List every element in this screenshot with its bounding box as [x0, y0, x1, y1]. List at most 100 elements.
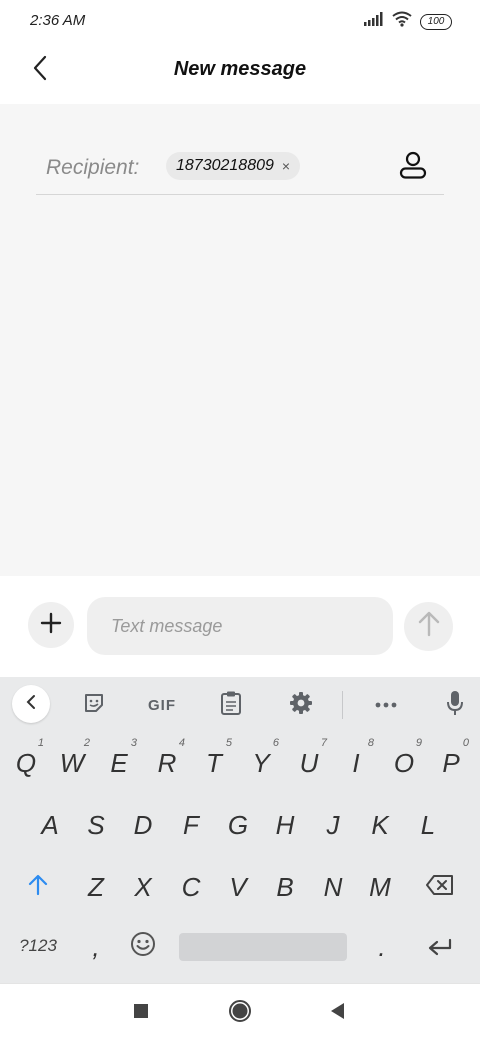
gif-label: GIF	[148, 696, 176, 714]
navigation-bar	[0, 983, 480, 1041]
recipient-chip[interactable]: 18730218809 ×	[166, 152, 301, 180]
key-period[interactable]: .	[360, 921, 404, 973]
chevron-left-icon	[25, 694, 37, 715]
key-comma[interactable]: ,	[74, 921, 118, 973]
key-label: O	[393, 747, 415, 778]
key-label: E	[110, 747, 128, 778]
key-p[interactable]: 0P	[429, 737, 473, 789]
status-bar: 2:36 AM 100	[0, 0, 480, 40]
key-t[interactable]: 5T	[192, 737, 236, 789]
clipboard-button[interactable]	[211, 685, 251, 725]
key-c[interactable]: C	[169, 861, 213, 913]
wifi-icon	[392, 11, 412, 32]
key-hint: 8	[367, 737, 374, 749]
key-hint: 7	[320, 737, 327, 749]
key-u[interactable]: 7U	[287, 737, 331, 789]
send-button[interactable]	[404, 602, 453, 651]
key-hint: 6	[272, 737, 279, 749]
key-j[interactable]: J	[311, 799, 355, 851]
recipient-label: Recipient:	[46, 156, 140, 179]
key-x[interactable]: X	[121, 861, 165, 913]
shift-arrow-icon	[28, 872, 48, 903]
key-label: U	[299, 747, 319, 778]
home-button[interactable]	[225, 998, 255, 1028]
key-h[interactable]: H	[263, 799, 307, 851]
key-q[interactable]: 1Q	[4, 737, 48, 789]
contacts-button[interactable]	[396, 150, 430, 184]
key-v[interactable]: V	[216, 861, 260, 913]
keyboard-toolbar: GIF	[0, 677, 480, 732]
more-button[interactable]	[366, 685, 406, 725]
conversation-area: Recipient: 18730218809 ×	[0, 104, 480, 576]
recipient-number: 18730218809	[176, 157, 274, 174]
gif-button[interactable]: GIF	[140, 685, 184, 725]
key-k[interactable]: K	[358, 799, 402, 851]
recipient-row[interactable]: Recipient: 18730218809 ×	[36, 140, 444, 195]
key-y[interactable]: 6Y	[239, 737, 283, 789]
key-g[interactable]: G	[216, 799, 260, 851]
key-s[interactable]: S	[74, 799, 118, 851]
key-o[interactable]: 9O	[382, 737, 426, 789]
key-label: R	[157, 747, 177, 778]
key-label: T	[206, 747, 222, 778]
contact-person-icon	[398, 150, 428, 185]
key-b[interactable]: B	[263, 861, 307, 913]
sticker-icon	[82, 691, 106, 720]
gear-icon	[289, 691, 313, 720]
square-icon	[133, 1003, 149, 1024]
attach-button[interactable]	[28, 602, 74, 648]
key-i[interactable]: 8I	[334, 737, 378, 789]
key-w[interactable]: 2W	[50, 737, 94, 789]
symbols-switch-key[interactable]: ?123	[8, 922, 68, 970]
microphone-icon	[445, 689, 465, 722]
key-n[interactable]: N	[311, 861, 355, 913]
shift-key[interactable]	[16, 861, 60, 913]
arrow-up-icon	[417, 611, 441, 642]
key-label: Q	[15, 747, 37, 778]
keyboard-collapse-button[interactable]	[12, 685, 50, 723]
back-button[interactable]	[20, 50, 60, 90]
message-input[interactable]: Text message	[87, 597, 393, 655]
more-dots-icon	[374, 696, 398, 714]
plus-icon	[40, 612, 62, 639]
key-hint: 0	[462, 737, 469, 749]
key-d[interactable]: D	[121, 799, 165, 851]
key-l[interactable]: L	[406, 799, 450, 851]
status-time: 2:36 AM	[30, 12, 86, 29]
key-f[interactable]: F	[169, 799, 213, 851]
key-hint: 4	[178, 737, 185, 749]
settings-button[interactable]	[281, 685, 321, 725]
system-back-button[interactable]	[323, 998, 353, 1028]
emoji-key[interactable]	[121, 921, 165, 973]
enter-key[interactable]	[418, 921, 462, 973]
chevron-left-icon	[32, 55, 48, 86]
key-a[interactable]: A	[28, 799, 72, 851]
recents-button[interactable]	[126, 998, 156, 1028]
header: New message	[0, 40, 480, 104]
emoji-icon	[130, 931, 156, 964]
chip-remove-button[interactable]: ×	[282, 158, 290, 174]
triangle-back-icon	[330, 1002, 346, 1025]
key-label: W	[59, 747, 85, 778]
message-placeholder: Text message	[111, 616, 223, 636]
page-title: New message	[173, 58, 307, 80]
status-icons: 100	[364, 11, 452, 32]
space-key[interactable]	[179, 933, 347, 961]
toolbar-divider	[342, 691, 343, 719]
key-label: P	[442, 747, 460, 778]
key-z[interactable]: Z	[74, 861, 118, 913]
signal-icon	[364, 12, 384, 31]
key-hint: 3	[130, 737, 137, 749]
key-m[interactable]: M	[358, 861, 402, 913]
battery-icon: 100	[420, 13, 452, 30]
key-hint: 9	[415, 737, 422, 749]
key-label: Y	[252, 747, 270, 778]
key-e[interactable]: 3E	[97, 737, 141, 789]
sticker-button[interactable]	[74, 685, 114, 725]
key-hint: 5	[225, 737, 232, 749]
backspace-key[interactable]	[418, 861, 462, 913]
key-r[interactable]: 4R	[145, 737, 189, 789]
compose-bar: Text message	[0, 576, 480, 677]
voice-input-button[interactable]	[435, 685, 475, 725]
keyboard: GIF 1 Q 2 W 3 E 4 R 5 T 6 Y 7 U 8 I 9 O …	[0, 677, 480, 983]
